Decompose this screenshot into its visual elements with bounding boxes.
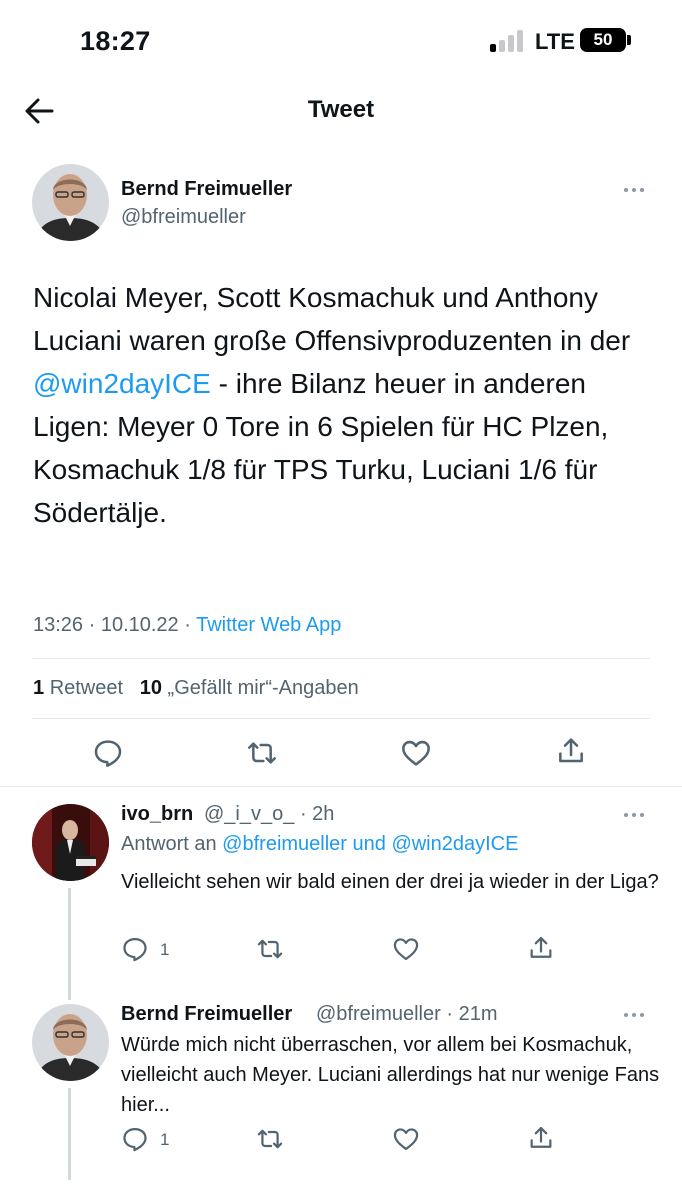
top-nav: Tweet <box>0 80 682 142</box>
tweet-text: Nicolai Meyer, Scott Kosmachuk und Antho… <box>33 276 658 534</box>
reply-handle[interactable]: @bfreimueller <box>316 1003 441 1025</box>
tweet-timestamp: 13:26 · 10.10.22 · <box>33 614 197 636</box>
battery-icon: 50 <box>580 28 626 52</box>
like-count: 10 <box>139 677 162 699</box>
heart-icon <box>402 740 430 766</box>
reply-count: 1 <box>160 940 170 959</box>
reply-button[interactable] <box>92 737 124 769</box>
reply-handle[interactable]: @_i_v_o_ <box>204 803 294 825</box>
signal-strength-icon <box>490 30 526 52</box>
retweet-icon <box>257 1129 283 1149</box>
reply-icon <box>94 740 122 767</box>
divider <box>32 718 650 719</box>
tweet-stats: 1 Retweet 10 „Gefällt mir“-Angaben <box>33 677 359 700</box>
share-icon <box>530 1126 552 1148</box>
like-button[interactable] <box>392 935 420 963</box>
reply-time: · 2h <box>299 803 335 825</box>
author-handle[interactable]: @bfreimueller <box>121 206 246 229</box>
share-icon <box>559 738 583 763</box>
share-icon <box>530 936 552 958</box>
reply-avatar[interactable] <box>32 1004 109 1081</box>
reply-time: · 21m <box>446 1003 498 1025</box>
reply-author-name[interactable]: ivo_brn <box>121 803 193 826</box>
author-name[interactable]: Bernd Freimueller <box>121 178 292 201</box>
retweet-icon <box>257 939 283 959</box>
share-button[interactable] <box>527 934 555 962</box>
tweet-text-part: Nicolai Meyer, Scott Kosmachuk und Antho… <box>33 282 631 356</box>
reply-to-label: Antwort an <box>121 833 223 855</box>
divider <box>0 786 682 787</box>
reply-count: 1 <box>160 1130 170 1149</box>
reply-icon <box>123 937 147 962</box>
thread-line <box>68 888 71 1000</box>
share-button[interactable] <box>527 1124 555 1152</box>
reply-icon <box>123 1127 147 1152</box>
retweet-button[interactable] <box>246 737 278 769</box>
more-options-icon[interactable] <box>624 811 648 819</box>
retweet-button[interactable] <box>256 935 284 963</box>
retweet-button[interactable] <box>256 1125 284 1153</box>
heart-icon <box>393 938 419 961</box>
reply-to-users-link[interactable]: @bfreimueller und @win2dayICE <box>222 833 518 855</box>
share-button[interactable] <box>555 735 587 767</box>
retweet-label: Retweet <box>49 677 124 699</box>
network-type: LTE <box>535 29 575 54</box>
like-button[interactable] <box>392 1125 420 1153</box>
mention-link[interactable]: @win2dayICE <box>33 368 211 399</box>
reply-button[interactable] <box>121 1125 149 1153</box>
author-avatar[interactable] <box>32 164 109 241</box>
status-bar: 18:27 LTE 50 <box>0 0 682 80</box>
more-options-icon[interactable] <box>624 186 648 194</box>
status-time: 18:27 <box>80 26 151 56</box>
reply-button[interactable] <box>121 935 149 963</box>
battery-tip <box>627 35 631 45</box>
tweet-meta: 13:26 · 10.10.22 · Twitter Web App <box>33 614 341 637</box>
thread-line <box>68 1088 71 1180</box>
retweets-link[interactable]: 1 Retweet <box>33 677 123 699</box>
reply-author-handle: @bfreimueller · 21m <box>316 1003 497 1026</box>
more-options-icon[interactable] <box>624 1011 648 1019</box>
retweet-icon <box>248 742 276 764</box>
likes-link[interactable]: 10 „Gefällt mir“-Angaben <box>140 677 359 699</box>
like-button[interactable] <box>400 737 432 769</box>
source-link[interactable]: Twitter Web App <box>196 614 341 636</box>
reply-avatar[interactable] <box>32 804 109 881</box>
divider <box>32 658 650 659</box>
reply-author-name[interactable]: Bernd Freimueller <box>121 1003 292 1026</box>
reply-text: Vielleicht sehen wir bald einen der drei… <box>121 871 659 893</box>
like-label: „Gefällt mir“-Angaben <box>167 677 359 699</box>
heart-icon <box>393 1128 419 1151</box>
page-title: Tweet <box>307 96 375 123</box>
reply-to-line: Antwort an @bfreimueller und @win2dayICE <box>121 833 518 856</box>
retweet-count: 1 <box>33 677 45 699</box>
reply-text: Würde mich nicht überraschen, vor allem … <box>121 1034 660 1116</box>
reply-author-handle: @_i_v_o_ · 2h <box>204 803 334 826</box>
